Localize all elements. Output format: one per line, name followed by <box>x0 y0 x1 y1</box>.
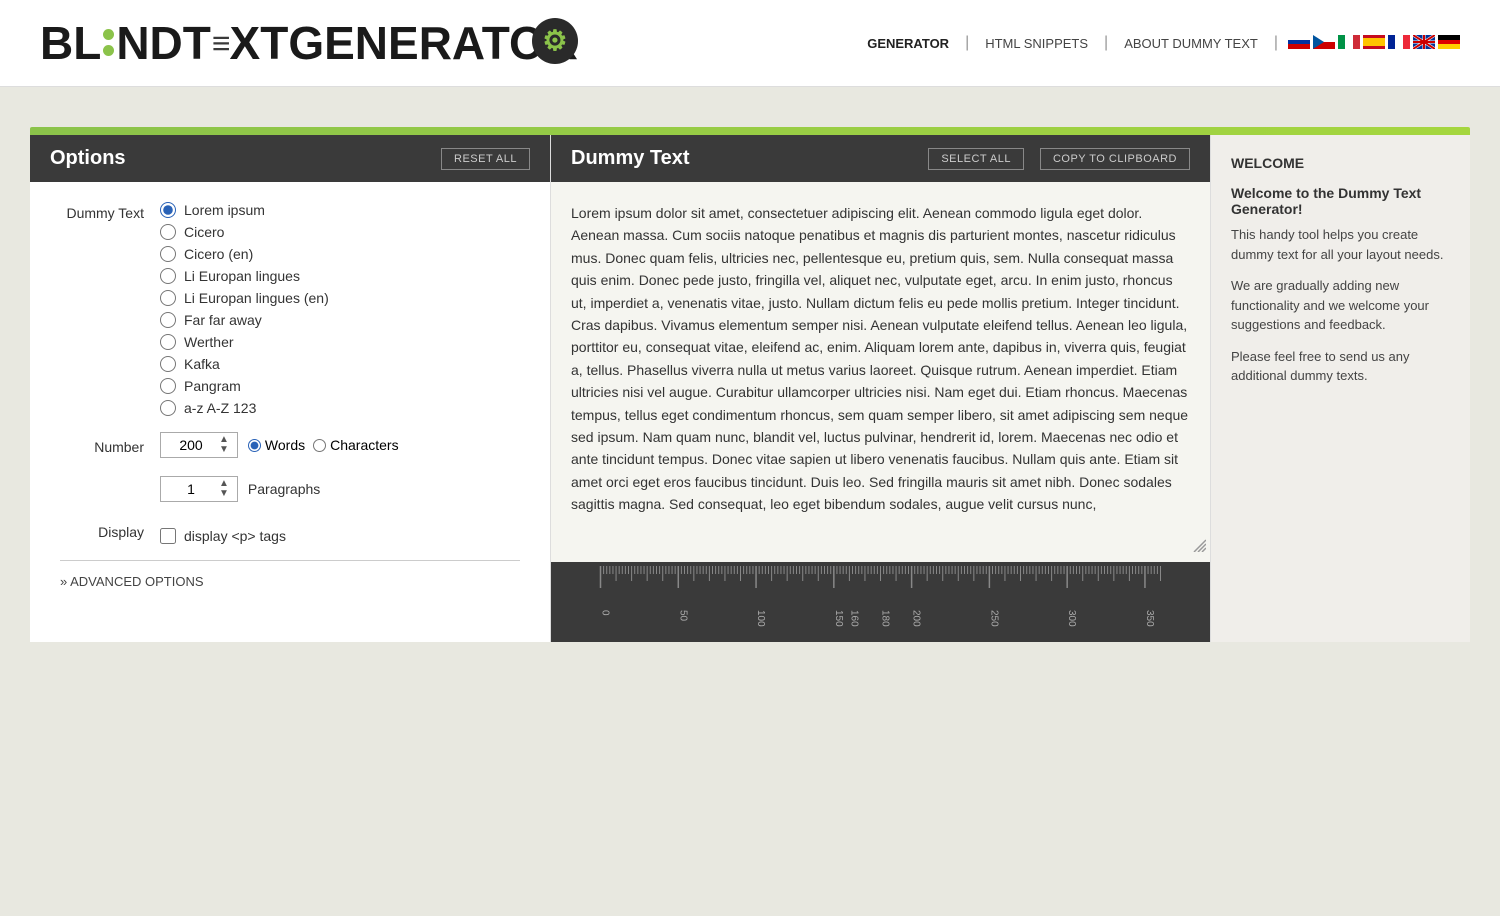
text-type-radio-group: Lorem ipsum Cicero Cicero (en) Li E <box>160 202 329 416</box>
radio-li-europan-en[interactable]: Li Europan lingues (en) <box>160 290 329 306</box>
options-panel: Options RESET ALL Dummy Text Lorem ipsum… <box>30 135 550 642</box>
header: BL NDT ≡ XTGENERATOR ⚙ GENERATOR | HTML … <box>0 0 1500 87</box>
radio-kafka[interactable]: Kafka <box>160 356 329 372</box>
display-p-tags-label[interactable]: display <p> tags <box>160 528 286 544</box>
paragraphs-spinner: ▲ ▼ <box>217 479 231 499</box>
paragraphs-controls: ▲ ▼ Paragraphs <box>160 476 320 502</box>
dummy-text-header: Dummy Text SELECT ALL COPY TO CLIPBOARD <box>551 135 1210 182</box>
language-flags <box>1278 35 1460 52</box>
svg-text:150: 150 <box>833 610 844 627</box>
paragraphs-input-wrap: ▲ ▼ <box>160 476 238 502</box>
svg-text:160: 160 <box>848 610 859 627</box>
number-down-button[interactable]: ▼ <box>217 445 231 455</box>
svg-text:180: 180 <box>880 610 891 627</box>
svg-text:100: 100 <box>755 610 766 627</box>
svg-text:350: 350 <box>1144 610 1155 627</box>
radio-li-europan[interactable]: Li Europan lingues <box>160 268 329 284</box>
flag-cz[interactable] <box>1313 35 1335 52</box>
logo-dots <box>103 29 114 56</box>
welcome-panel: WELCOME Welcome to the Dummy Text Genera… <box>1210 135 1470 642</box>
number-input-wrap: ▲ ▼ <box>160 432 238 458</box>
number-row: Number ▲ ▼ Words <box>60 432 520 458</box>
welcome-subtitle: Welcome to the Dummy Text Generator! <box>1231 185 1450 217</box>
gear-icon: ⚙ <box>532 18 578 64</box>
flag-ru[interactable] <box>1288 35 1310 52</box>
nav-generator[interactable]: GENERATOR <box>851 36 965 51</box>
copy-to-clipboard-button[interactable]: COPY TO CLIPBOARD <box>1040 148 1190 170</box>
advanced-options-link[interactable]: » ADVANCED OPTIONS <box>60 574 204 589</box>
paragraphs-down-button[interactable]: ▼ <box>217 489 231 499</box>
svg-text:250: 250 <box>988 610 999 627</box>
svg-text:0: 0 <box>600 610 611 616</box>
resize-handle[interactable] <box>1190 536 1206 558</box>
dummy-text-title: Dummy Text <box>571 147 912 170</box>
logo-ndt: NDT <box>116 20 211 66</box>
options-divider <box>60 560 520 561</box>
green-bar <box>30 127 1470 135</box>
dummy-text-paragraph: Lorem ipsum dolor sit amet, consectetuer… <box>571 202 1190 515</box>
flag-uk[interactable] <box>1413 35 1435 52</box>
display-p-tags-checkbox[interactable] <box>160 528 176 544</box>
welcome-para-3: Please feel free to send us any addition… <box>1231 347 1450 386</box>
dummy-text-content: Lorem ipsum dolor sit amet, consectetuer… <box>551 182 1210 562</box>
main-content: Options RESET ALL Dummy Text Lorem ipsum… <box>0 87 1500 672</box>
dummy-text-label: Dummy Text <box>60 202 160 221</box>
svg-text:50: 50 <box>677 610 688 622</box>
number-controls: ▲ ▼ Words Characters <box>160 432 399 458</box>
display-label: Display <box>60 521 160 540</box>
number-input[interactable] <box>167 437 215 453</box>
display-row: Display display <p> tags <box>60 516 520 544</box>
number-label: Number <box>60 436 160 455</box>
radio-cicero[interactable]: Cicero <box>160 224 329 240</box>
welcome-heading: WELCOME <box>1231 155 1450 171</box>
ruler-svg: 0 50 100 150 160 180 200 250 300 350 <box>551 566 1210 642</box>
welcome-para-1: This handy tool helps you create dummy t… <box>1231 225 1450 264</box>
panels: Options RESET ALL Dummy Text Lorem ipsum… <box>30 135 1470 642</box>
paragraphs-label: Paragraphs <box>248 481 320 497</box>
paragraphs-spacer <box>60 484 160 487</box>
radio-pangram[interactable]: Pangram <box>160 378 329 394</box>
nav-about[interactable]: ABOUT DUMMY TEXT <box>1108 36 1274 51</box>
ruler: 0 50 100 150 160 180 200 250 300 350 <box>551 562 1210 642</box>
options-title: Options <box>50 147 126 170</box>
radio-werther[interactable]: Werther <box>160 334 329 350</box>
svg-text:300: 300 <box>1066 610 1077 627</box>
main-nav: GENERATOR | HTML SNIPPETS | ABOUT DUMMY … <box>851 34 1460 52</box>
logo-lines-icon: ≡ <box>212 27 229 59</box>
words-radio[interactable]: Words <box>248 437 305 453</box>
characters-radio[interactable]: Characters <box>313 437 398 453</box>
reset-all-button[interactable]: RESET ALL <box>441 148 530 170</box>
flag-it[interactable] <box>1338 35 1360 52</box>
svg-text:200: 200 <box>911 610 922 627</box>
dummy-text-row: Dummy Text Lorem ipsum Cicero Cicero <box>60 202 520 416</box>
options-header: Options RESET ALL <box>30 135 550 182</box>
flag-fr[interactable] <box>1388 35 1410 52</box>
flag-de[interactable] <box>1438 35 1460 52</box>
dummy-text-panel: Dummy Text SELECT ALL COPY TO CLIPBOARD … <box>550 135 1210 642</box>
radio-far-far-away[interactable]: Far far away <box>160 312 329 328</box>
number-spinner: ▲ ▼ <box>217 435 231 455</box>
radio-az[interactable]: a-z A-Z 123 <box>160 400 329 416</box>
word-chars-options: Words Characters <box>248 437 399 453</box>
logo-xt-start: XTGENERATOR <box>230 20 578 66</box>
nav-html-snippets[interactable]: HTML SNIPPETS <box>969 36 1104 51</box>
flag-es[interactable] <box>1363 35 1385 52</box>
paragraphs-input[interactable] <box>167 481 215 497</box>
welcome-para-2: We are gradually adding new functionalit… <box>1231 276 1450 335</box>
logo: BL NDT ≡ XTGENERATOR ⚙ <box>40 20 578 66</box>
options-body: Dummy Text Lorem ipsum Cicero Cicero <box>30 182 550 611</box>
radio-cicero-en[interactable]: Cicero (en) <box>160 246 329 262</box>
radio-lorem-ipsum[interactable]: Lorem ipsum <box>160 202 329 218</box>
select-all-button[interactable]: SELECT ALL <box>928 148 1024 170</box>
logo-bl: BL <box>40 20 101 66</box>
display-controls: display <p> tags <box>160 528 286 544</box>
paragraphs-row: ▲ ▼ Paragraphs <box>60 468 520 502</box>
